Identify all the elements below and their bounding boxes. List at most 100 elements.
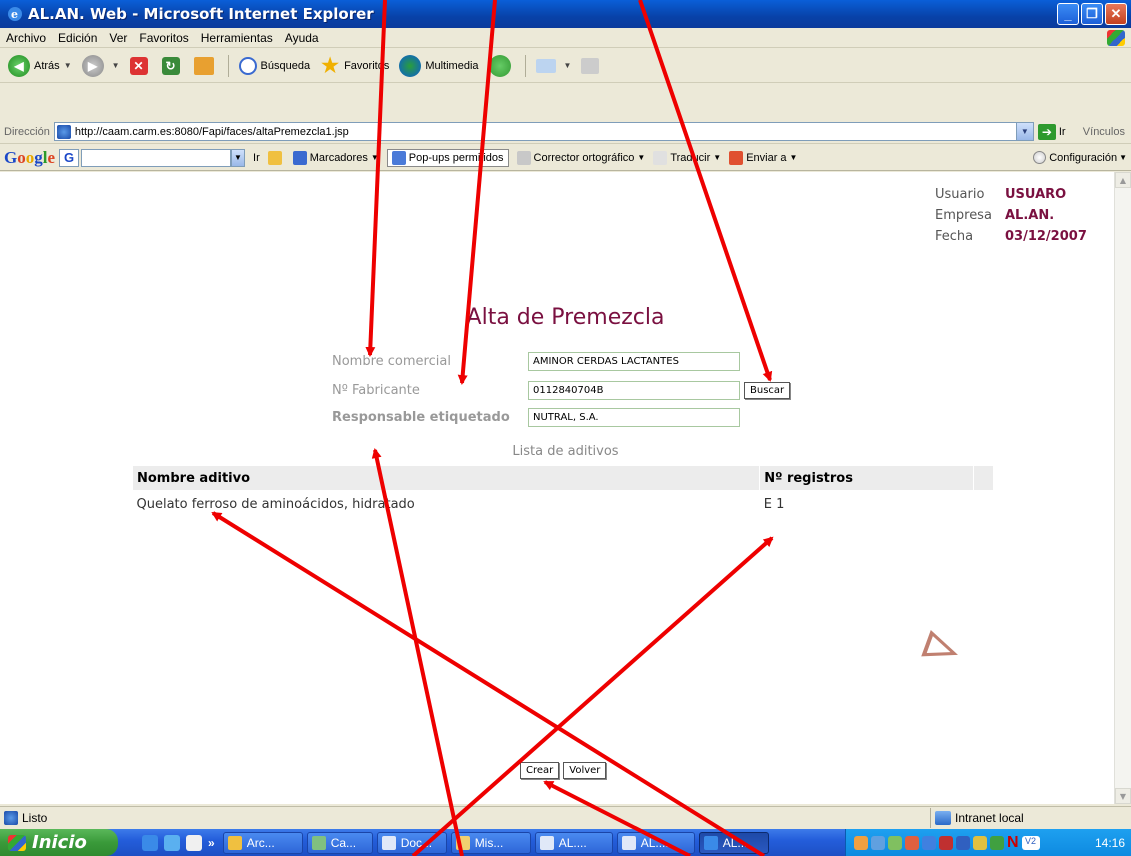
media-quicklaunch-icon[interactable] xyxy=(186,834,202,851)
tray-icon[interactable] xyxy=(905,835,919,850)
menu-favoritos[interactable]: Favoritos xyxy=(139,31,188,45)
maximize-button[interactable]: ❐ xyxy=(1081,3,1103,25)
scroll-up-icon[interactable]: ▲ xyxy=(1115,172,1131,188)
tray-icon[interactable] xyxy=(888,835,902,850)
menu-ver[interactable]: Ver xyxy=(109,31,127,45)
tray-icon[interactable] xyxy=(939,835,953,850)
vertical-scrollbar[interactable]: ▲ ▼ xyxy=(1114,172,1131,804)
translate-button[interactable]: Traducir ▼ xyxy=(653,150,722,165)
toolbar-separator xyxy=(524,54,526,77)
minimize-button[interactable]: _ xyxy=(1057,3,1079,25)
address-bar: Dirección http://caam.carm.es:8080/Fapi/… xyxy=(0,120,1131,144)
mail-button[interactable]: ▼ xyxy=(535,58,571,73)
spellcheck-button[interactable]: Corrector ortográfico ▼ xyxy=(516,150,645,165)
taskbar-item-ca[interactable]: Ca... xyxy=(306,831,373,854)
clock: 14:16 xyxy=(1094,835,1125,850)
links-button[interactable]: Vínculos xyxy=(1083,126,1125,138)
taskbar-item-al-3[interactable]: AL.... xyxy=(698,831,769,854)
chevron-down-icon: ▼ xyxy=(1119,153,1127,162)
scroll-down-icon[interactable]: ▼ xyxy=(1115,788,1131,804)
taskbar-item-arc[interactable]: Arc... xyxy=(222,831,303,854)
word-icon xyxy=(539,835,554,850)
go-label: Ir xyxy=(1058,125,1066,138)
windows-logo-icon xyxy=(1107,30,1125,46)
home-button[interactable] xyxy=(193,56,218,75)
chevron-right-icon[interactable]: » xyxy=(208,836,215,850)
back-button[interactable]: ◀ Atrás ▼ xyxy=(8,54,72,77)
menu-herramientas[interactable]: Herramientas xyxy=(201,31,273,45)
address-url: http://caam.carm.es:8080/Fapi/faces/alta… xyxy=(74,125,349,138)
address-input[interactable]: http://caam.carm.es:8080/Fapi/faces/alta… xyxy=(53,122,1034,141)
windows-flag-icon xyxy=(8,834,26,851)
crear-button[interactable]: Crear xyxy=(520,762,560,779)
google-go-button[interactable]: Ir xyxy=(253,152,260,164)
responsable-input[interactable]: NUTRAL, S.A. xyxy=(528,408,740,427)
internet-explorer-icon: e xyxy=(8,7,22,21)
user-info: Usuario USUARO Empresa AL.AN. Fecha 03/12/2… xyxy=(935,184,1087,247)
app-icon xyxy=(311,835,326,850)
bottom-buttons: Crear Volver xyxy=(516,762,607,779)
tray-icon[interactable] xyxy=(922,835,936,850)
google-config-button[interactable]: Configuración ▼ xyxy=(1033,151,1127,164)
mouse-cursor-icon xyxy=(921,630,963,668)
bookmarks-button[interactable]: Marcadores ▼ xyxy=(292,150,379,165)
menu-ayuda[interactable]: Ayuda xyxy=(285,31,319,45)
taskbar-item-doc[interactable]: Doc... xyxy=(376,831,447,854)
desktop-quicklaunch-icon[interactable] xyxy=(164,834,180,851)
google-search-dropdown[interactable]: ▼ xyxy=(231,148,246,167)
tray-n-icon[interactable]: N xyxy=(1007,834,1019,852)
favorites-button[interactable]: ★ Favoritos xyxy=(320,55,389,77)
tray-icon[interactable] xyxy=(990,835,1004,850)
mail-icon xyxy=(535,58,556,73)
print-button[interactable] xyxy=(581,57,603,74)
window-titlebar[interactable]: e AL.AN. Web - Microsoft Internet Explor… xyxy=(0,0,1131,28)
taskbar: Inicio » Arc... Ca... Doc... Mis... AL..… xyxy=(0,829,1131,856)
intranet-icon xyxy=(935,810,951,825)
chevron-down-icon: ▼ xyxy=(713,153,722,162)
send-to-button[interactable]: Enviar a ▼ xyxy=(729,150,797,165)
refresh-icon: ↻ xyxy=(161,56,180,75)
tray-icon[interactable] xyxy=(854,835,868,850)
forward-arrow-icon: ▶ xyxy=(81,54,104,77)
google-menu-button[interactable]: G xyxy=(59,148,80,167)
taskbar-item-al-1[interactable]: AL.... xyxy=(534,831,613,854)
tray-v-icon[interactable]: V2 xyxy=(1021,835,1040,850)
menu-edicion[interactable]: Edición xyxy=(58,31,97,45)
multimedia-button[interactable]: Multimedia xyxy=(399,54,479,77)
config-icon xyxy=(1033,151,1047,164)
popups-allowed-button[interactable]: Pop-ups permitidos xyxy=(386,148,509,167)
nombre-comercial-input[interactable]: AMINOR CERDAS LACTANTES xyxy=(528,352,740,371)
window-controls: _ ❐ ✕ xyxy=(1057,3,1127,25)
svg-text:e: e xyxy=(11,8,18,21)
tray-icon[interactable] xyxy=(871,835,885,850)
folder-icon xyxy=(455,835,470,850)
search-button[interactable]: Búsqueda xyxy=(238,56,310,75)
chevron-down-icon: ▼ xyxy=(63,61,72,70)
close-button[interactable]: ✕ xyxy=(1105,3,1127,25)
forward-button[interactable]: ▶ ▼ xyxy=(81,54,120,77)
pagerank-icon[interactable] xyxy=(267,150,285,165)
tray-icon[interactable] xyxy=(973,835,987,850)
address-dropdown[interactable]: ▼ xyxy=(1015,123,1033,140)
taskbar-item-mis[interactable]: Mis... xyxy=(450,831,531,854)
header-registros[interactable]: Nº registros xyxy=(759,465,974,491)
ie-quicklaunch-icon[interactable] xyxy=(142,834,158,851)
menu-archivo[interactable]: Archivo xyxy=(6,31,46,45)
form-row-responsable: Responsable etiquetado NUTRAL, S.A. xyxy=(332,408,740,427)
word-icon xyxy=(381,835,396,850)
volver-button[interactable]: Volver xyxy=(563,762,607,779)
refresh-button[interactable]: ↻ xyxy=(161,56,184,75)
print-icon xyxy=(581,57,600,74)
page-icon xyxy=(56,124,71,139)
history-button[interactable] xyxy=(488,54,515,77)
table-row[interactable]: Quelato ferroso de aminoácidos, hidratad… xyxy=(133,491,994,519)
tray-icon[interactable] xyxy=(956,835,970,850)
stop-button[interactable]: ✕ xyxy=(129,56,152,75)
start-button[interactable]: Inicio xyxy=(0,829,118,856)
buscar-button[interactable]: Buscar xyxy=(744,382,791,399)
google-search-input[interactable] xyxy=(81,148,232,167)
go-button[interactable]: ➔ Ir xyxy=(1037,123,1066,140)
taskbar-item-al-2[interactable]: AL.... xyxy=(616,831,695,854)
header-nombre-aditivo[interactable]: Nombre aditivo xyxy=(131,465,761,491)
fabricante-input[interactable]: 0112840704B xyxy=(528,381,740,400)
